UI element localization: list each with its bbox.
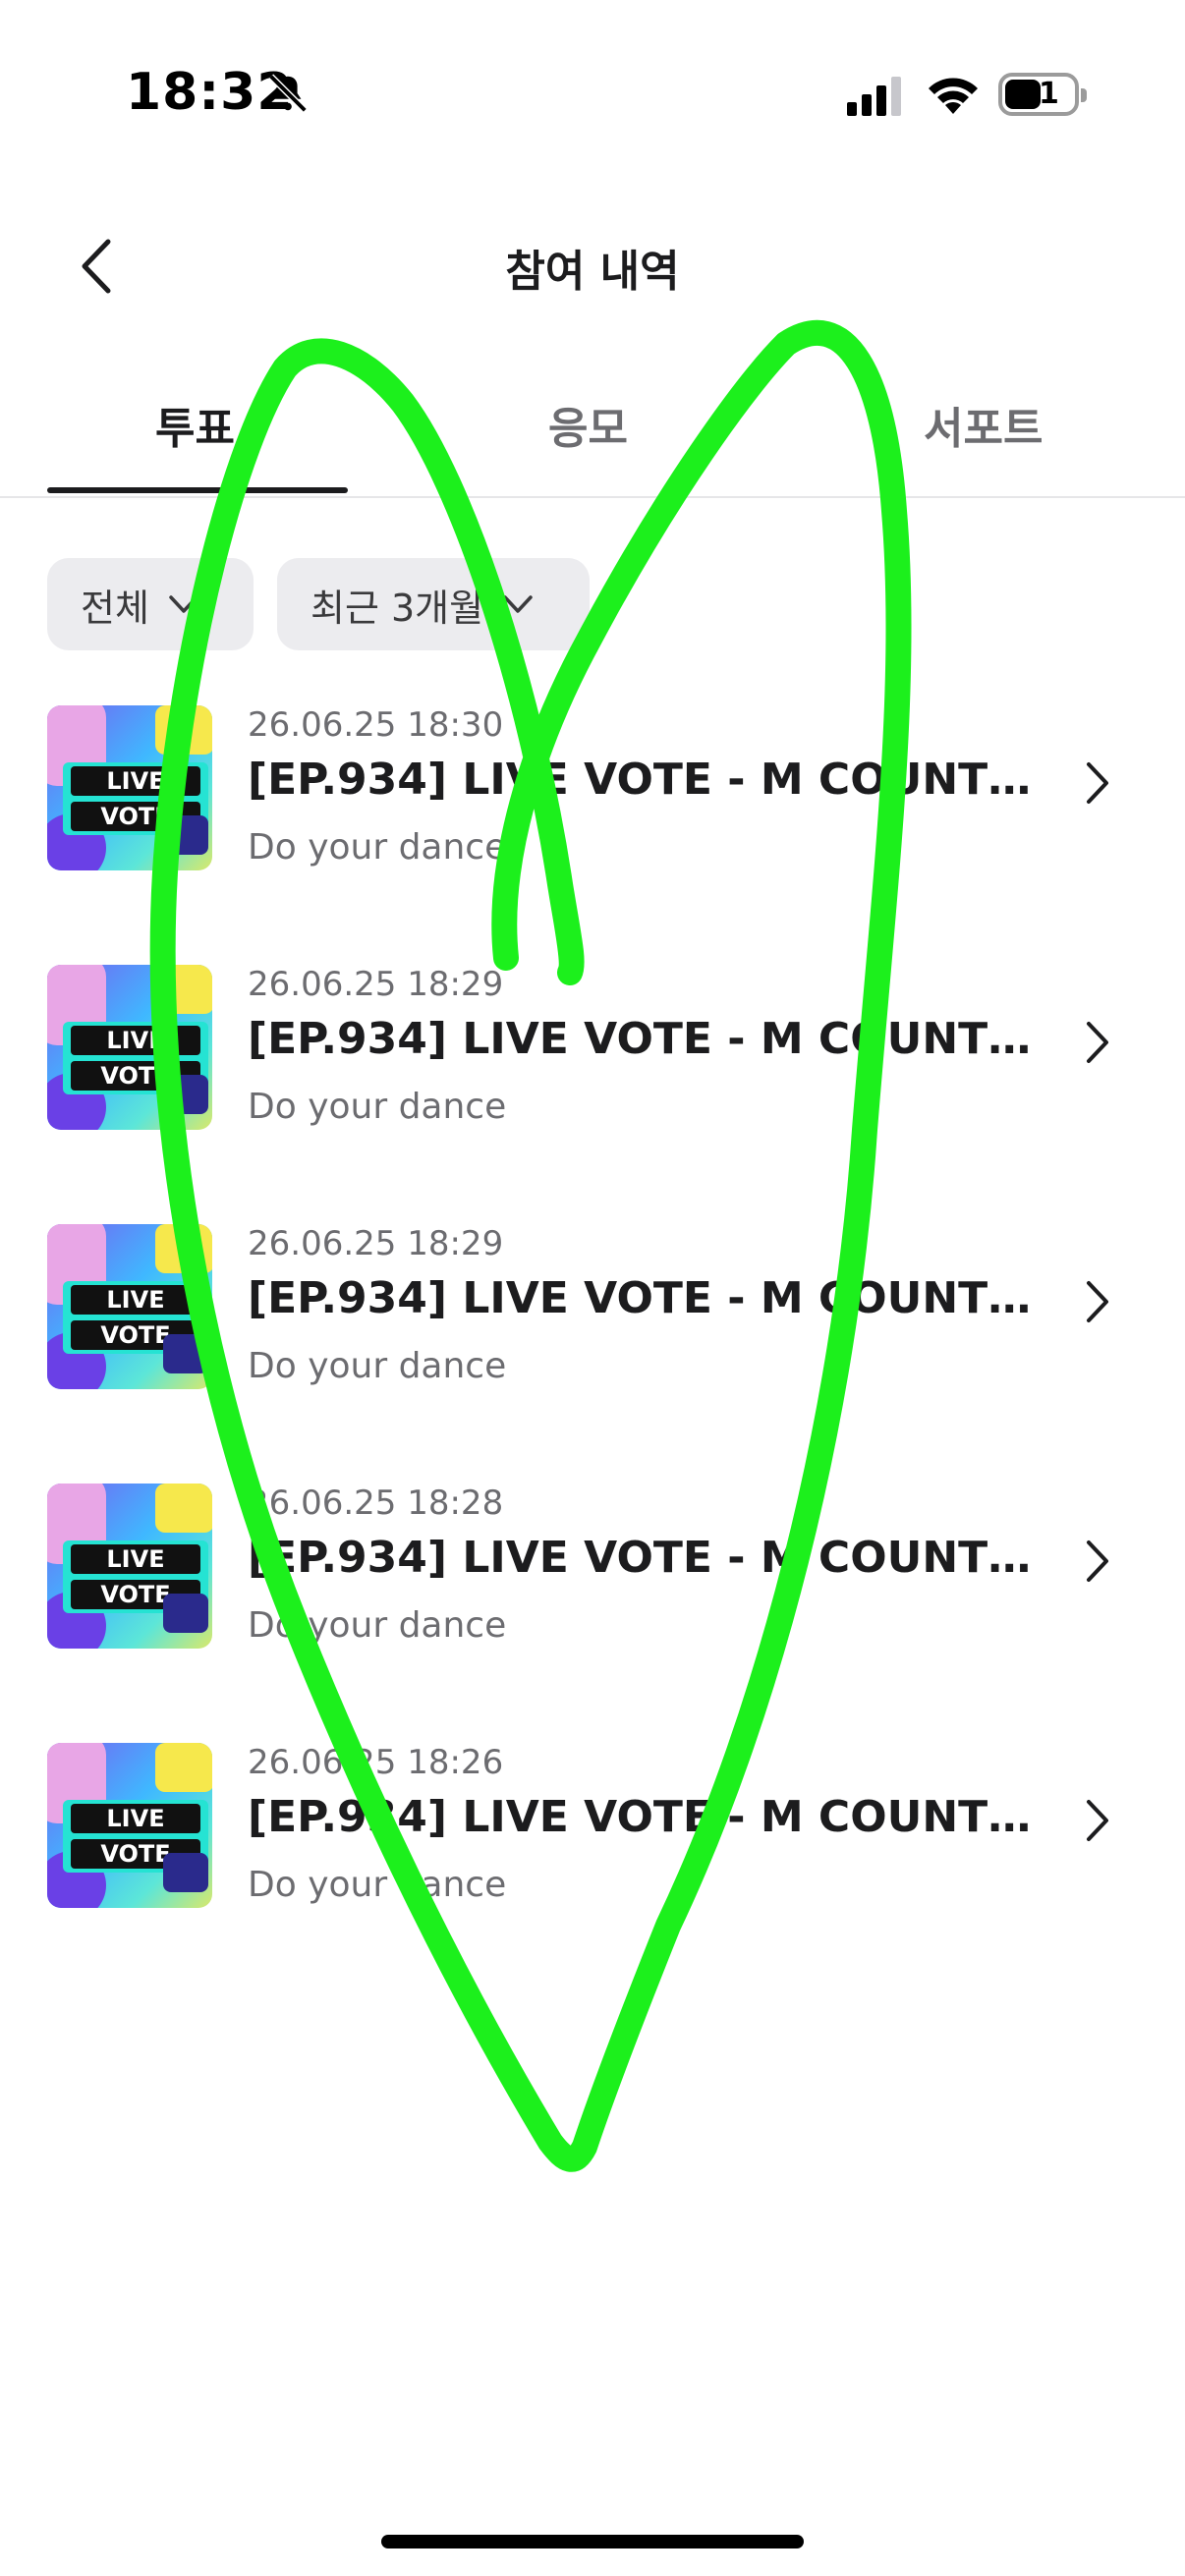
live-vote-thumbnail: LIVE VOTE	[47, 1484, 212, 1649]
filter-category-label: 전체	[81, 586, 149, 630]
tab-entry[interactable]: 응모	[548, 393, 628, 456]
battery-percent: 41	[1018, 77, 1059, 111]
item-date: 26.06.25 18:28	[248, 1484, 504, 1523]
chevron-right-icon	[1087, 1800, 1108, 1841]
live-vote-thumbnail: LIVE VOTE	[47, 705, 212, 870]
chevron-right-icon	[1087, 1281, 1108, 1322]
item-title: [EP.934] LIVE VOTE - M COUNTDOWN	[248, 1014, 1034, 1064]
list-item[interactable]: LIVE VOTE 26.06.25 18:26 [EP.934] LIVE VO…	[47, 1743, 1138, 1910]
filter-period-label: 최근 3개월	[310, 586, 484, 630]
status-bar: 18:32 41	[0, 0, 1185, 187]
item-title: [EP.934] LIVE VOTE - M COUNTDOWN	[248, 1533, 1034, 1583]
filter-category-dropdown[interactable]: 전체	[47, 558, 254, 650]
page-title: 참여 내역	[505, 247, 680, 297]
item-subtitle: Do your dance	[248, 1605, 507, 1646]
cellular-signal-icon	[847, 77, 901, 116]
item-date: 26.06.25 18:29	[248, 1224, 504, 1263]
item-title: [EP.934] LIVE VOTE - M COUNTDOWN	[248, 1273, 1034, 1323]
tab-support[interactable]: 서포트	[924, 393, 1043, 456]
item-title: [EP.934] LIVE VOTE - M COUNTDOWN	[248, 755, 1034, 805]
item-date: 26.06.25 18:29	[248, 965, 504, 1004]
item-subtitle: Do your dance	[248, 827, 507, 868]
list-item[interactable]: LIVE VOTE 26.06.25 18:28 [EP.934] LIVE VO…	[47, 1484, 1138, 1651]
tab-active-indicator	[47, 487, 348, 493]
chevron-right-icon	[1087, 762, 1108, 804]
battery-icon: 41	[998, 73, 1087, 116]
live-vote-thumbnail: LIVE VOTE	[47, 1224, 212, 1389]
item-subtitle: Do your dance	[248, 1087, 507, 1127]
chevron-right-icon	[1087, 1022, 1108, 1063]
item-subtitle: Do your dance	[248, 1865, 507, 1905]
chevron-right-icon	[1087, 1540, 1108, 1582]
bell-slash-icon	[268, 74, 308, 113]
filter-period-dropdown[interactable]: 최근 3개월	[277, 558, 590, 650]
item-date: 26.06.25 18:26	[248, 1743, 504, 1782]
live-vote-thumbnail: LIVE VOTE	[47, 965, 212, 1130]
item-title: [EP.934] LIVE VOTE - M COUNTDOWN	[248, 1792, 1034, 1842]
live-vote-thumbnail: LIVE VOTE	[47, 1743, 212, 1908]
tab-vote[interactable]: 투표	[155, 393, 235, 456]
list-item[interactable]: LIVE VOTE 26.06.25 18:30 [EP.934] LIVE VO…	[47, 705, 1138, 872]
list-item[interactable]: LIVE VOTE 26.06.25 18:29 [EP.934] LIVE VO…	[47, 965, 1138, 1132]
wifi-icon	[929, 78, 978, 114]
list-item[interactable]: LIVE VOTE 26.06.25 18:29 [EP.934] LIVE VO…	[47, 1224, 1138, 1391]
item-date: 26.06.25 18:30	[248, 705, 504, 745]
chevron-down-icon	[503, 595, 533, 613]
tab-bar: 투표 응모 서포트	[0, 354, 1185, 498]
nav-header: 참여 내역	[0, 206, 1185, 324]
item-subtitle: Do your dance	[248, 1346, 507, 1386]
home-indicator[interactable]	[381, 2535, 804, 2548]
chevron-down-icon	[169, 595, 198, 613]
